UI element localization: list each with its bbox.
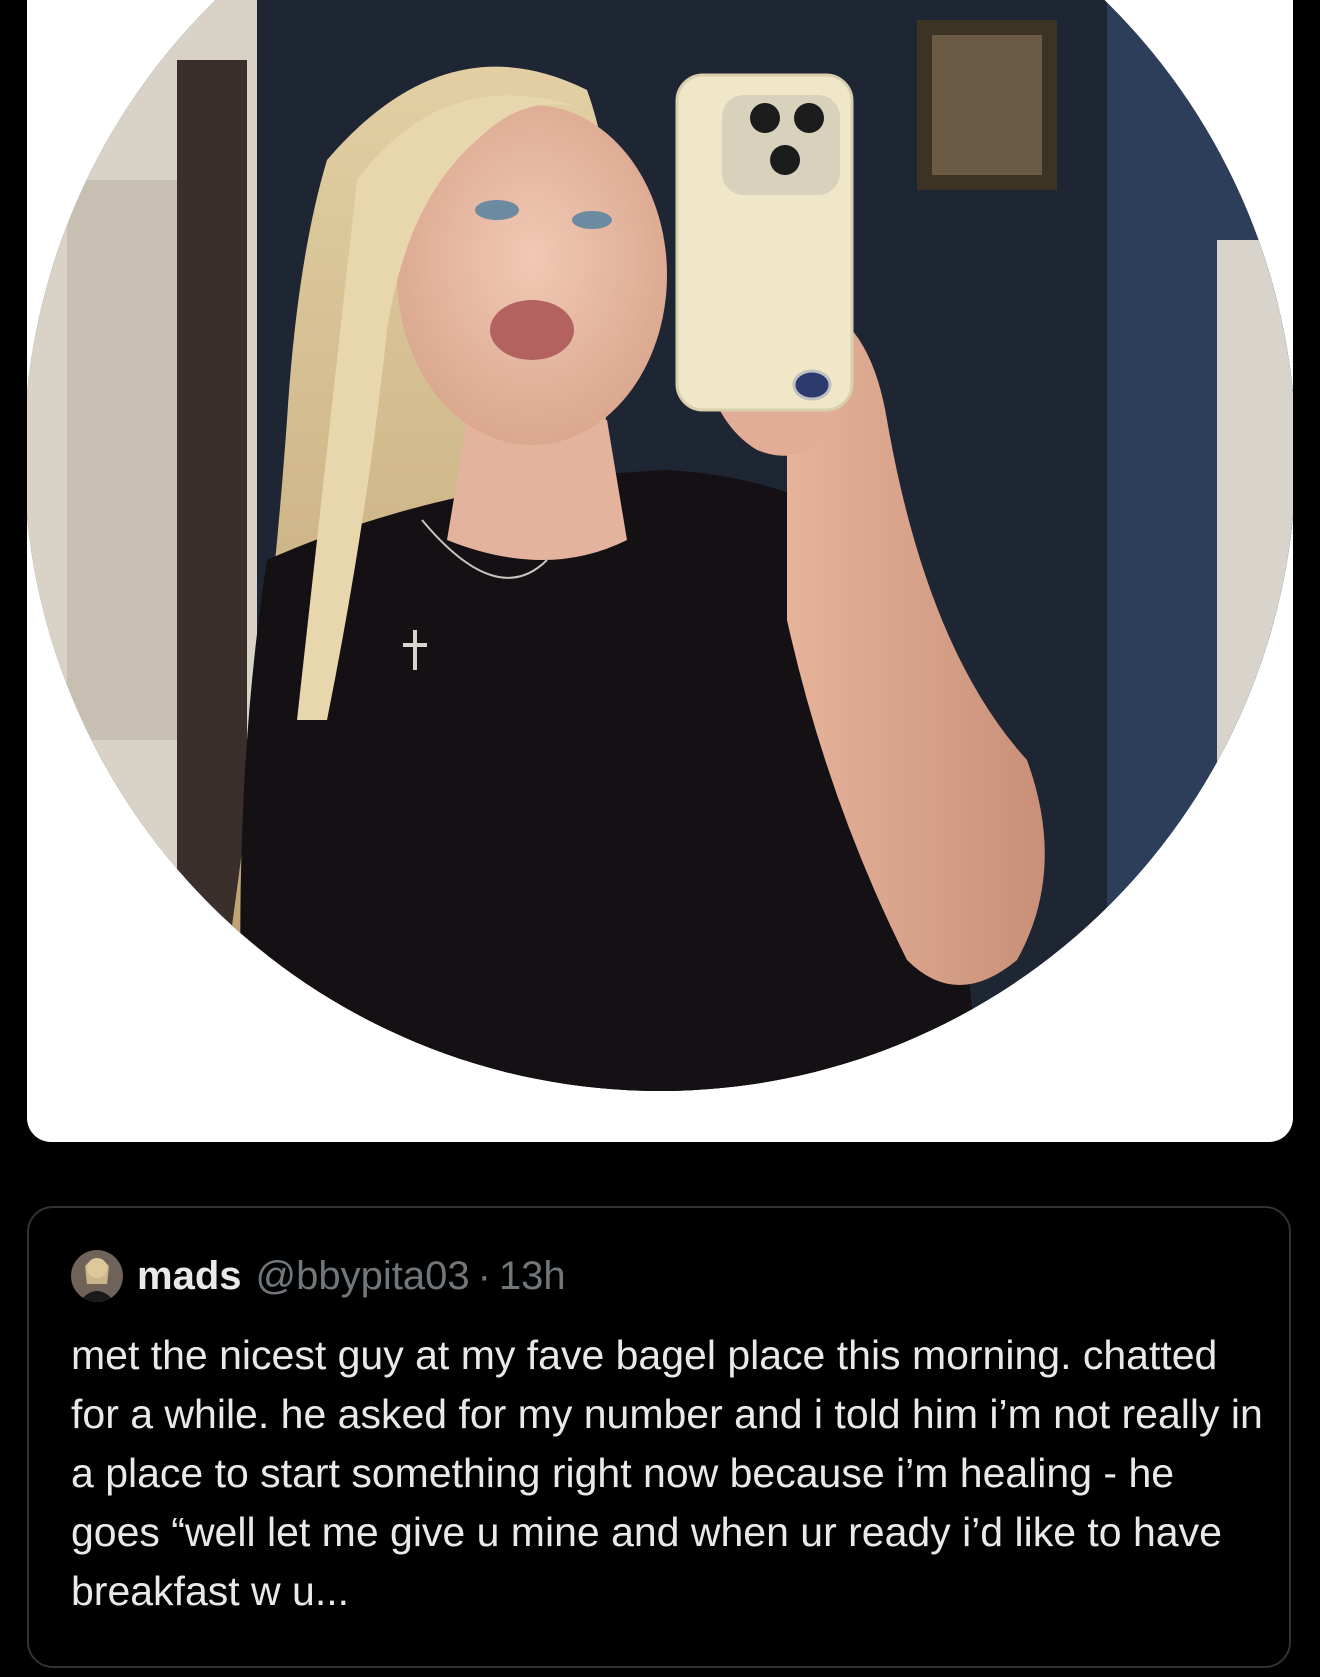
quoted-tweet-card[interactable]: mads @bbypita03 · 13h met the nicest guy… — [27, 1206, 1291, 1668]
separator-dot: · — [477, 1253, 491, 1298]
timestamp[interactable]: 13h — [499, 1254, 566, 1299]
quoted-tweet-header: mads @bbypita03 · 13h — [71, 1250, 566, 1302]
profile-photo — [27, 0, 1293, 1091]
user-handle[interactable]: @bbypita03 — [256, 1254, 470, 1299]
avatar[interactable] — [71, 1250, 123, 1302]
profile-photo-card[interactable] — [27, 0, 1293, 1142]
display-name[interactable]: mads — [137, 1254, 242, 1299]
tweet-text: met the nicest guy at my fave bagel plac… — [71, 1332, 1263, 1614]
